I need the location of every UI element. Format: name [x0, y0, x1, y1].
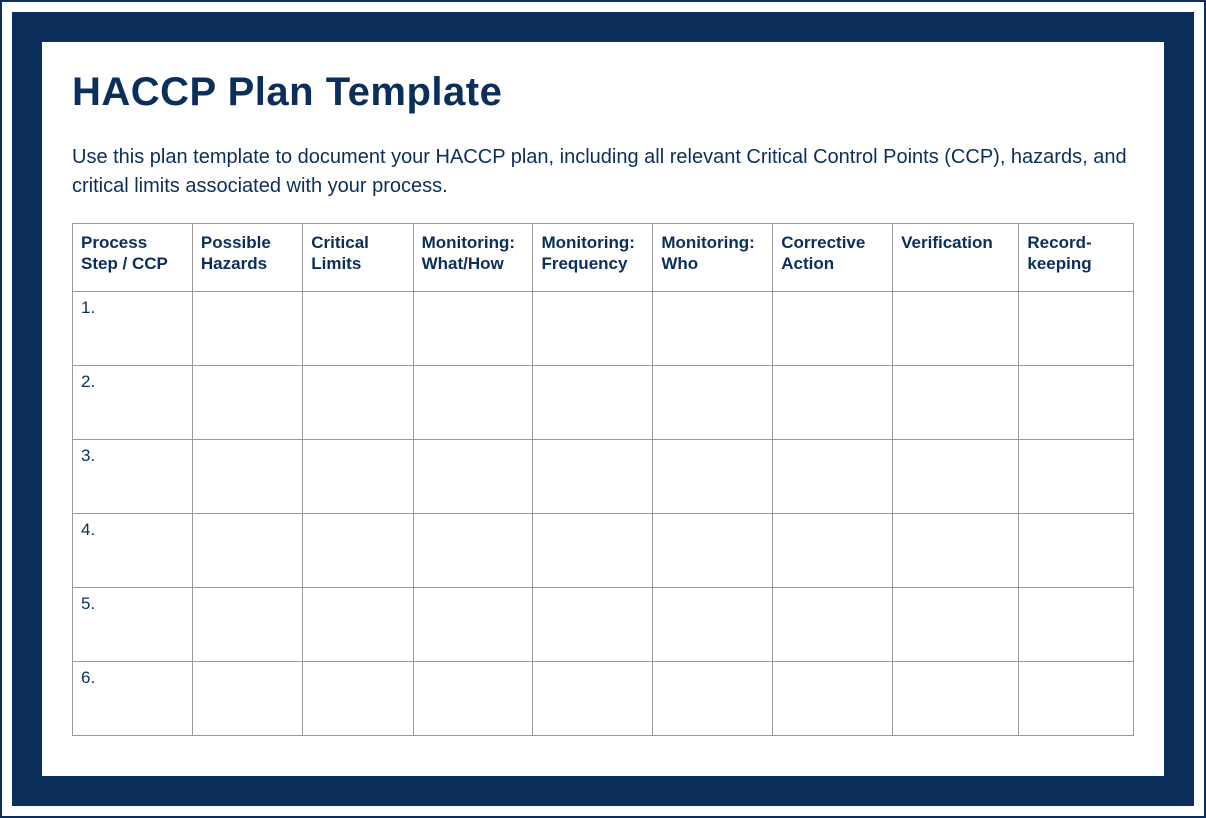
- table-cell: [773, 366, 893, 440]
- col-header-corrective-action: Corrective Action: [773, 224, 893, 292]
- table-row: 2.: [73, 366, 1134, 440]
- col-header-record-keeping: Record-keeping: [1019, 224, 1134, 292]
- table-cell: [303, 514, 413, 588]
- table-body: 1. 2.: [73, 292, 1134, 736]
- table-cell: [893, 514, 1019, 588]
- table-cell: [773, 514, 893, 588]
- col-header-monitoring-what-how: Monitoring: What/How: [413, 224, 533, 292]
- table-cell: [893, 662, 1019, 736]
- col-header-possible-hazards: Possible Hazards: [192, 224, 302, 292]
- table-cell: [533, 366, 653, 440]
- table-row: 4.: [73, 514, 1134, 588]
- table-cell: [303, 588, 413, 662]
- table-cell: [1019, 514, 1134, 588]
- table-cell: [413, 514, 533, 588]
- table-cell: [413, 440, 533, 514]
- haccp-table: Process Step / CCP Possible Hazards Crit…: [72, 223, 1134, 736]
- col-header-monitoring-frequency: Monitoring: Frequency: [533, 224, 653, 292]
- table-cell: [192, 588, 302, 662]
- table-cell: [192, 366, 302, 440]
- table-cell: [192, 514, 302, 588]
- col-header-critical-limits: Critical Limits: [303, 224, 413, 292]
- table-cell: [533, 588, 653, 662]
- row-number-cell: 5.: [73, 588, 193, 662]
- document-description: Use this plan template to document your …: [72, 143, 1134, 201]
- document-title: HACCP Plan Template: [72, 70, 1134, 115]
- col-header-monitoring-who: Monitoring: Who: [653, 224, 773, 292]
- col-header-verification: Verification: [893, 224, 1019, 292]
- table-cell: [192, 662, 302, 736]
- table-cell: [893, 440, 1019, 514]
- table-row: 5.: [73, 588, 1134, 662]
- table-cell: [303, 366, 413, 440]
- table-cell: [533, 440, 653, 514]
- table-cell: [533, 662, 653, 736]
- row-number-cell: 2.: [73, 366, 193, 440]
- table-cell: [192, 440, 302, 514]
- table-cell: [303, 292, 413, 366]
- table-cell: [893, 588, 1019, 662]
- table-header-row: Process Step / CCP Possible Hazards Crit…: [73, 224, 1134, 292]
- table-row: 3.: [73, 440, 1134, 514]
- row-number-cell: 6.: [73, 662, 193, 736]
- document-inner-content: HACCP Plan Template Use this plan templa…: [42, 42, 1164, 776]
- table-row: 1.: [73, 292, 1134, 366]
- table-cell: [303, 662, 413, 736]
- table-cell: [1019, 440, 1134, 514]
- row-number-cell: 3.: [73, 440, 193, 514]
- document-outer-frame: HACCP Plan Template Use this plan templa…: [0, 0, 1206, 818]
- table-cell: [192, 292, 302, 366]
- table-cell: [653, 588, 773, 662]
- table-cell: [413, 292, 533, 366]
- row-number-cell: 1.: [73, 292, 193, 366]
- table-cell: [653, 366, 773, 440]
- table-cell: [1019, 292, 1134, 366]
- table-cell: [413, 366, 533, 440]
- table-cell: [653, 292, 773, 366]
- table-cell: [533, 292, 653, 366]
- table-cell: [653, 514, 773, 588]
- table-cell: [533, 514, 653, 588]
- table-cell: [1019, 662, 1134, 736]
- table-cell: [653, 440, 773, 514]
- table-cell: [413, 662, 533, 736]
- col-header-process-step: Process Step / CCP: [73, 224, 193, 292]
- table-cell: [893, 366, 1019, 440]
- table-cell: [893, 292, 1019, 366]
- table-cell: [773, 588, 893, 662]
- table-row: 6.: [73, 662, 1134, 736]
- table-cell: [1019, 588, 1134, 662]
- table-cell: [653, 662, 773, 736]
- row-number-cell: 4.: [73, 514, 193, 588]
- table-cell: [1019, 366, 1134, 440]
- table-cell: [773, 440, 893, 514]
- table-cell: [413, 588, 533, 662]
- table-cell: [773, 292, 893, 366]
- table-cell: [773, 662, 893, 736]
- document-navy-border: HACCP Plan Template Use this plan templa…: [12, 12, 1194, 806]
- table-cell: [303, 440, 413, 514]
